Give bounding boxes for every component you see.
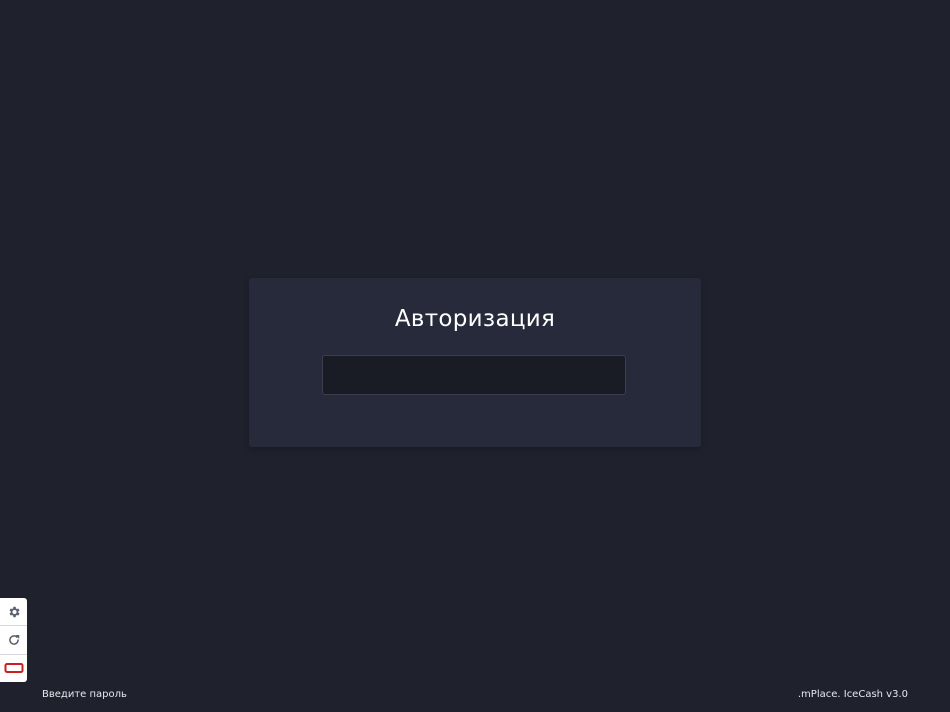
settings-button[interactable] [0, 598, 27, 627]
password-input[interactable] [322, 355, 626, 395]
battery-button[interactable] [0, 655, 27, 682]
refresh-icon [8, 635, 19, 645]
refresh-button[interactable] [0, 626, 27, 655]
login-screen: Авторизация Введите пароль .mPlace. IceC… [0, 0, 950, 712]
gear-icon [9, 606, 20, 617]
status-hint: Введите пароль [42, 689, 127, 700]
battery-icon [4, 663, 23, 674]
side-toolbar [0, 598, 27, 682]
app-version: .mPlace. IceCash v3.0 [797, 689, 908, 700]
auth-card: Авторизация [249, 278, 701, 447]
auth-title: Авторизация [394, 306, 556, 332]
